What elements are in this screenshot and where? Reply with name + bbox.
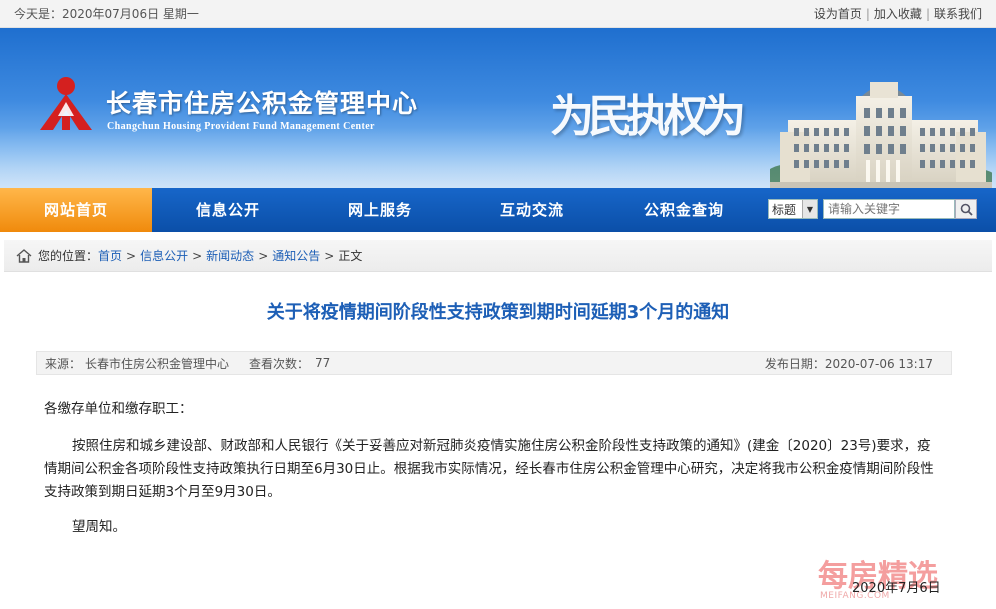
article-meta-bar: 来源： 长春市住房公积金管理中心 查看次数： 77 发布日期：2020-07-0… [36,351,952,375]
publish-date: 发布日期：2020-07-06 13:17 [765,355,933,372]
sign-date: 2020年7月6日 [852,581,941,596]
contact-us-link[interactable]: 联系我们 [934,5,982,22]
article-body: 各缴存单位和缴存职工： 按照住房和城乡建设部、财政部和人民银行《关于妥善应对新冠… [44,398,944,539]
article-greeting: 各缴存单位和缴存职工： [44,401,193,417]
top-links: 设为首页 | 加入收藏 | 联系我们 [814,5,982,22]
link-separator: | [865,6,870,21]
link-separator: | [925,6,930,21]
search-icon [960,203,973,216]
home-icon [16,248,32,263]
building-illustration [770,82,992,188]
current-date: 今天是：2020年07月06日 星期一 [14,7,199,21]
source-value: 长春市住房公积金管理中心 [85,356,230,371]
breadcrumb-separator: > [324,248,335,263]
breadcrumb-news[interactable]: 新闻动态 [206,247,254,264]
breadcrumb-current: 正文 [338,249,363,263]
breadcrumb-home[interactable]: 首页 [98,247,122,264]
set-homepage-link[interactable]: 设为首页 [814,5,862,22]
main-navigation: 网站首页 信息公开 网上服务 互动交流 公积金查询 标题 ▼ [0,188,996,232]
search-button[interactable] [955,199,977,219]
publish-label: 发布日期： [764,356,825,371]
publish-value: 2020-07-06 13:17 [824,356,933,371]
breadcrumb-notices[interactable]: 通知公告 [272,247,320,264]
add-favorite-link[interactable]: 加入收藏 [874,5,922,22]
nav-info-disclosure[interactable]: 信息公开 [152,188,304,232]
nav-online-service[interactable]: 网上服务 [304,188,456,232]
breadcrumb-separator: > [126,248,137,263]
search-area: 标题 ▼ [768,199,977,219]
org-name-en: Changchun Housing Provident Fund Managem… [107,121,375,132]
search-type-value: 标题 [772,202,797,217]
banner-slogan: 为民执权为 [550,91,746,142]
breadcrumb-separator: > [258,248,269,263]
org-logo-icon[interactable] [36,72,96,134]
nav-home[interactable]: 网站首页 [0,188,152,232]
nav-interaction[interactable]: 互动交流 [456,188,608,232]
source-label: 来源： [45,356,82,371]
chevron-down-icon: ▼ [802,200,817,218]
top-utility-bar: 今天是：2020年07月06日 星期一 设为首页 | 加入收藏 | 联系我们 [0,0,996,28]
breadcrumb-separator: > [192,248,203,263]
search-type-select[interactable]: 标题 ▼ [768,199,818,219]
views-count: 77 [315,356,331,370]
article-title: 关于将疫情期间阶段性支持政策到期时间延期3个月的通知 [266,302,730,323]
org-name-cn: 长春市住房公积金管理中心 [106,89,419,118]
breadcrumb: 您的位置： 首页 > 信息公开 > 新闻动态 > 通知公告 > 正文 [4,240,992,272]
search-input[interactable] [823,199,955,219]
header-banner: 长春市住房公积金管理中心 Changchun Housing Provident… [0,28,996,188]
breadcrumb-info-disclosure[interactable]: 信息公开 [140,247,188,264]
nav-fund-query[interactable]: 公积金查询 [608,188,760,232]
article-closing: 望周知。 [72,519,126,535]
views-label: 查看次数： [249,356,310,371]
breadcrumb-prefix: 您的位置： [38,249,99,263]
article-paragraph: 按照住房和城乡建设部、财政部和人民银行《关于妥善应对新冠肺炎疫情实施住房公积金阶… [44,438,934,500]
